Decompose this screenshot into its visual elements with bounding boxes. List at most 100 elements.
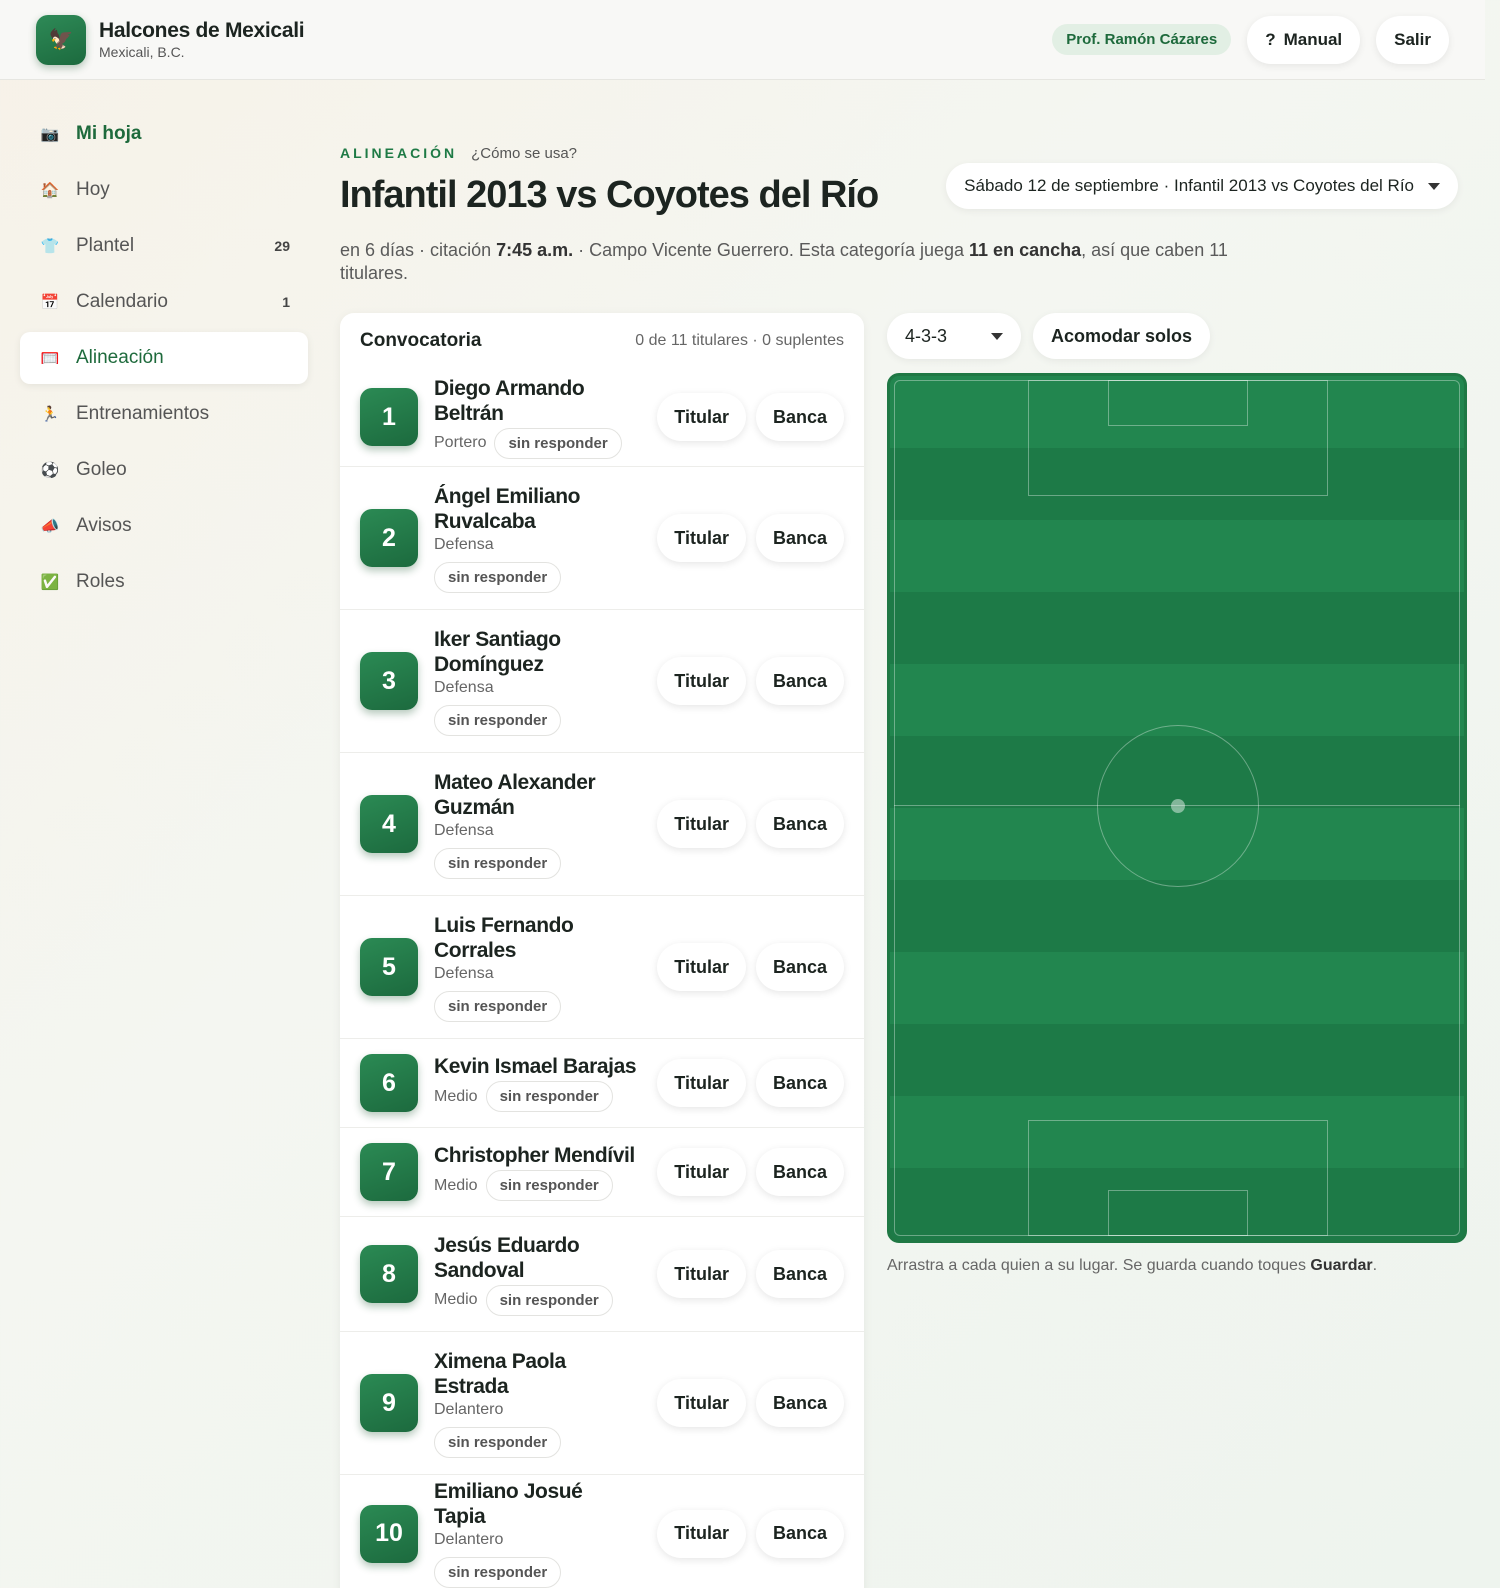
summary-text: · Campo Vicente Guerrero. Esta categoría…: [573, 240, 970, 260]
runner-icon: 🏃: [40, 406, 60, 423]
count-badge: 29: [274, 238, 290, 254]
sidebar-item-label: Avisos: [76, 515, 132, 536]
player-meta: Medio sin responder: [434, 1170, 639, 1201]
top-goal-area: [1108, 380, 1248, 426]
logout-button[interactable]: Salir: [1376, 15, 1449, 64]
sidebar-item-mi-hoja[interactable]: 📷 Mi hoja: [20, 108, 308, 160]
player-row: 6 Kevin Ismael Barajas Medio sin respond…: [340, 1039, 864, 1128]
starter-button[interactable]: Titular: [657, 393, 746, 441]
player-position: Medio: [434, 1176, 478, 1194]
starter-button[interactable]: Titular: [657, 1509, 746, 1558]
formation-select[interactable]: 4-3-3: [887, 313, 1021, 359]
sidebar-item-alineacion[interactable]: 🥅 Alineación: [20, 332, 308, 384]
player-info: Emiliano Josué Tapia Delantero sin respo…: [434, 1479, 639, 1588]
status-badge: sin responder: [485, 1170, 613, 1201]
player-row: 10 Emiliano Josué Tapia Delantero sin re…: [340, 1475, 864, 1588]
bench-button[interactable]: Banca: [755, 1509, 844, 1558]
sidebar-item-label: Mi hoja: [76, 123, 142, 144]
player-row: 7 Christopher Mendívil Medio sin respond…: [340, 1128, 864, 1217]
player-name: Mateo Alexander Guzmán: [434, 770, 596, 819]
jersey-number: 8: [360, 1245, 418, 1303]
player-info: Ximena Paola Estrada Delantero sin respo…: [434, 1349, 639, 1458]
starter-button[interactable]: Titular: [657, 1379, 746, 1427]
starter-button[interactable]: Titular: [657, 1250, 746, 1298]
player-meta: Medio sin responder: [434, 1284, 639, 1316]
status-badge: sin responder: [434, 1426, 562, 1458]
jersey-number: 5: [360, 938, 418, 996]
bench-button[interactable]: Banca: [755, 1148, 844, 1196]
auto-arrange-button[interactable]: Acomodar solos: [1033, 313, 1211, 359]
sidebar-item-plantel[interactable]: 👕 Plantel 29: [20, 220, 308, 272]
jersey-number: 3: [360, 652, 418, 710]
main-content: ALINEACIÓN ¿Cómo se usa? Infantil 2013 v…: [340, 145, 1470, 1588]
sidebar-item-calendario[interactable]: 📅 Calendario 1: [20, 276, 308, 328]
player-row: 2 Ángel Emiliano Ruvalcaba Defensa sin r…: [340, 467, 864, 610]
sidebar-item-goleo[interactable]: ⚽ Goleo: [20, 444, 308, 496]
sidebar-item-avisos[interactable]: 📣 Avisos: [20, 500, 308, 552]
player-meta: Delantero sin responder: [434, 1531, 639, 1588]
player-actions: Titular Banca: [657, 1059, 844, 1107]
starter-button[interactable]: Titular: [657, 943, 746, 991]
sidebar-item-label: Roles: [76, 571, 125, 592]
center-spot: [1171, 799, 1185, 813]
player-info: Christopher Mendívil Medio sin responder: [434, 1143, 639, 1201]
bench-button[interactable]: Banca: [755, 1059, 844, 1107]
sidebar-item-entrenamientos[interactable]: 🏃 Entrenamientos: [20, 388, 308, 440]
sidebar-item-hoy[interactable]: 🏠 Hoy: [20, 164, 308, 216]
club-logo-icon: 🦅: [36, 14, 86, 65]
checklist-icon: ✅: [40, 574, 60, 591]
soccer-pitch[interactable]: [887, 373, 1467, 1243]
bench-button[interactable]: Banca: [755, 657, 844, 705]
starter-button[interactable]: Titular: [657, 514, 746, 562]
status-badge: sin responder: [434, 1557, 562, 1588]
shirt-icon: 👕: [40, 238, 60, 255]
match-select[interactable]: Sábado 12 de septiembre · Infantil 2013 …: [946, 163, 1458, 209]
starter-button[interactable]: Titular: [657, 657, 746, 705]
user-badge: Prof. Ramón Cázares: [1052, 24, 1232, 55]
player-row: 3 Iker Santiago Domínguez Defensa sin re…: [340, 610, 864, 753]
bench-button[interactable]: Banca: [755, 514, 844, 562]
sidebar-item-roles[interactable]: ✅ Roles: [20, 556, 308, 608]
player-actions: Titular Banca: [657, 943, 844, 991]
starter-button[interactable]: Titular: [657, 800, 746, 848]
player-meta: Defensa sin responder: [434, 965, 639, 1022]
bench-button[interactable]: Banca: [755, 393, 844, 441]
player-info: Jesús Eduardo Sandoval Medio sin respond…: [434, 1233, 639, 1316]
lineup-field-area: 4-3-3 Acomodar solos Arrastra a cada qui…: [887, 313, 1467, 1275]
camera-icon: 📷: [40, 126, 60, 143]
status-badge: sin responder: [434, 990, 562, 1022]
player-name: Jesús Eduardo Sandoval: [434, 1233, 580, 1282]
match-select-value: Sábado 12 de septiembre · Infantil 2013 …: [964, 176, 1414, 195]
player-actions: Titular Banca: [657, 800, 844, 848]
player-position: Defensa: [434, 964, 494, 982]
starter-button[interactable]: Titular: [657, 1148, 746, 1196]
player-row: 8 Jesús Eduardo Sandoval Medio sin respo…: [340, 1217, 864, 1332]
chevron-down-icon: [991, 332, 1003, 340]
starter-button[interactable]: Titular: [657, 1059, 746, 1107]
bench-button[interactable]: Banca: [755, 1379, 844, 1427]
help-link[interactable]: ¿Cómo se usa?: [471, 145, 577, 162]
player-name: Luis Fernando Corrales: [434, 913, 574, 962]
bench-button[interactable]: Banca: [755, 1250, 844, 1298]
player-position: Defensa: [434, 821, 494, 839]
section-header: ALINEACIÓN ¿Cómo se usa?: [340, 145, 1470, 162]
player-actions: Titular Banca: [657, 1148, 844, 1196]
player-info: Iker Santiago Domínguez Defensa sin resp…: [434, 627, 639, 736]
player-actions: Titular Banca: [657, 393, 844, 441]
summary-text: en 6 días · citación: [340, 240, 497, 260]
player-info: Mateo Alexander Guzmán Defensa sin respo…: [434, 770, 639, 879]
player-info: Kevin Ismael Barajas Medio sin responder: [434, 1054, 639, 1112]
pitch-hint: Arrastra a cada quien a su lugar. Se gua…: [887, 1257, 1467, 1275]
manual-button[interactable]: ? Manual: [1247, 15, 1361, 64]
section-eyebrow: ALINEACIÓN: [340, 145, 458, 161]
manual-label: Manual: [1283, 29, 1343, 49]
jersey-number: 4: [360, 795, 418, 853]
player-position: Defensa: [434, 535, 494, 553]
bottom-goal-area: [1108, 1190, 1248, 1236]
bench-button[interactable]: Banca: [755, 943, 844, 991]
sidebar-item-label: Alineación: [76, 347, 164, 368]
player-position: Defensa: [434, 678, 494, 696]
chevron-down-icon: [1428, 182, 1440, 190]
sidebar-item-label: Goleo: [76, 459, 127, 480]
bench-button[interactable]: Banca: [755, 800, 844, 848]
